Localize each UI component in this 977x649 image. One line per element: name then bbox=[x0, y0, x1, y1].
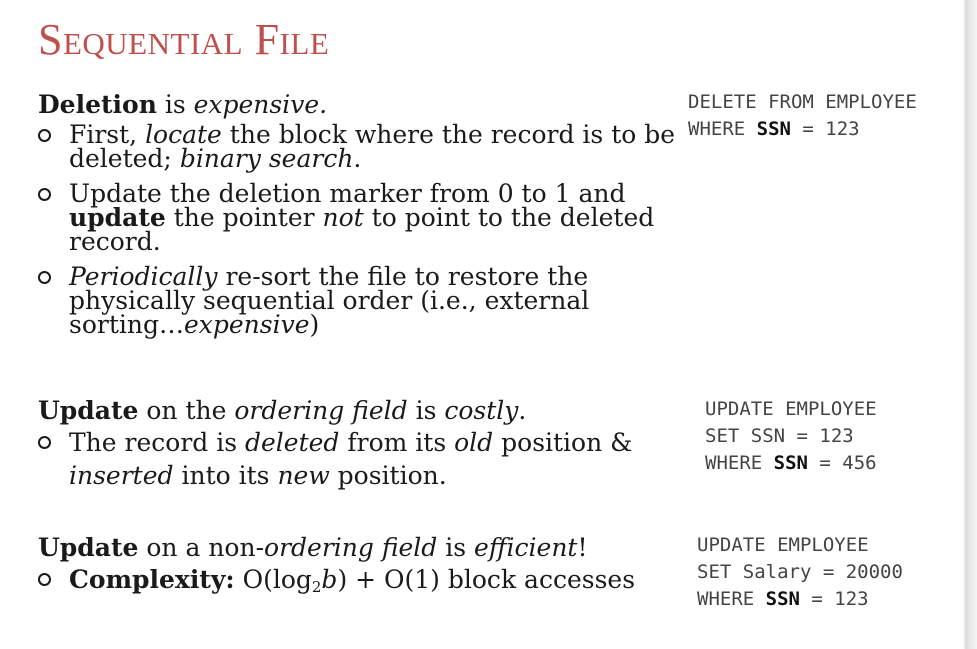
list-item: First, locate the block where the record… bbox=[38, 122, 678, 171]
update-nonordering-sql-snippet: UPDATE EMPLOYEE SET Salary = 20000 WHERE S… bbox=[697, 534, 903, 610]
update-nonordering-section: Update on a non-ordering field is effici… bbox=[38, 533, 678, 596]
bullet-circle-icon bbox=[38, 573, 51, 586]
slide-title: Sequential File bbox=[38, 15, 330, 64]
update-ordering-section: Update on the ordering field is costly. … bbox=[38, 396, 678, 492]
deletion-heading: Deletion is expensive. bbox=[38, 90, 328, 119]
bullet-circle-icon bbox=[38, 271, 51, 284]
delete-sql-snippet: DELETE FROM EMPLOYEE WHERE SSN = 123 bbox=[688, 91, 917, 140]
list-item: The record is deleted from its old posit… bbox=[38, 426, 659, 492]
update-ordering-sql-snippet: UPDATE EMPLOYEE SET SSN = 123 WHERE SSN = … bbox=[705, 398, 877, 474]
slide-edge-divider bbox=[963, 0, 977, 649]
bullet-circle-icon bbox=[38, 188, 51, 201]
bullet-circle-icon bbox=[38, 436, 51, 449]
bullet-circle-icon bbox=[38, 129, 51, 142]
deletion-section: Deletion is expensive. First, locate the… bbox=[38, 90, 678, 337]
list-item: Update the deletion marker from 0 to 1 a… bbox=[38, 181, 678, 254]
list-item: Periodically re-sort the file to restore… bbox=[38, 264, 629, 337]
update-nonordering-heading: Update on a non-ordering field is effici… bbox=[38, 533, 588, 562]
update-ordering-heading: Update on the ordering field is costly. bbox=[38, 396, 527, 425]
list-item: Complexity: O(log2b) + O(1) block access… bbox=[38, 563, 678, 596]
